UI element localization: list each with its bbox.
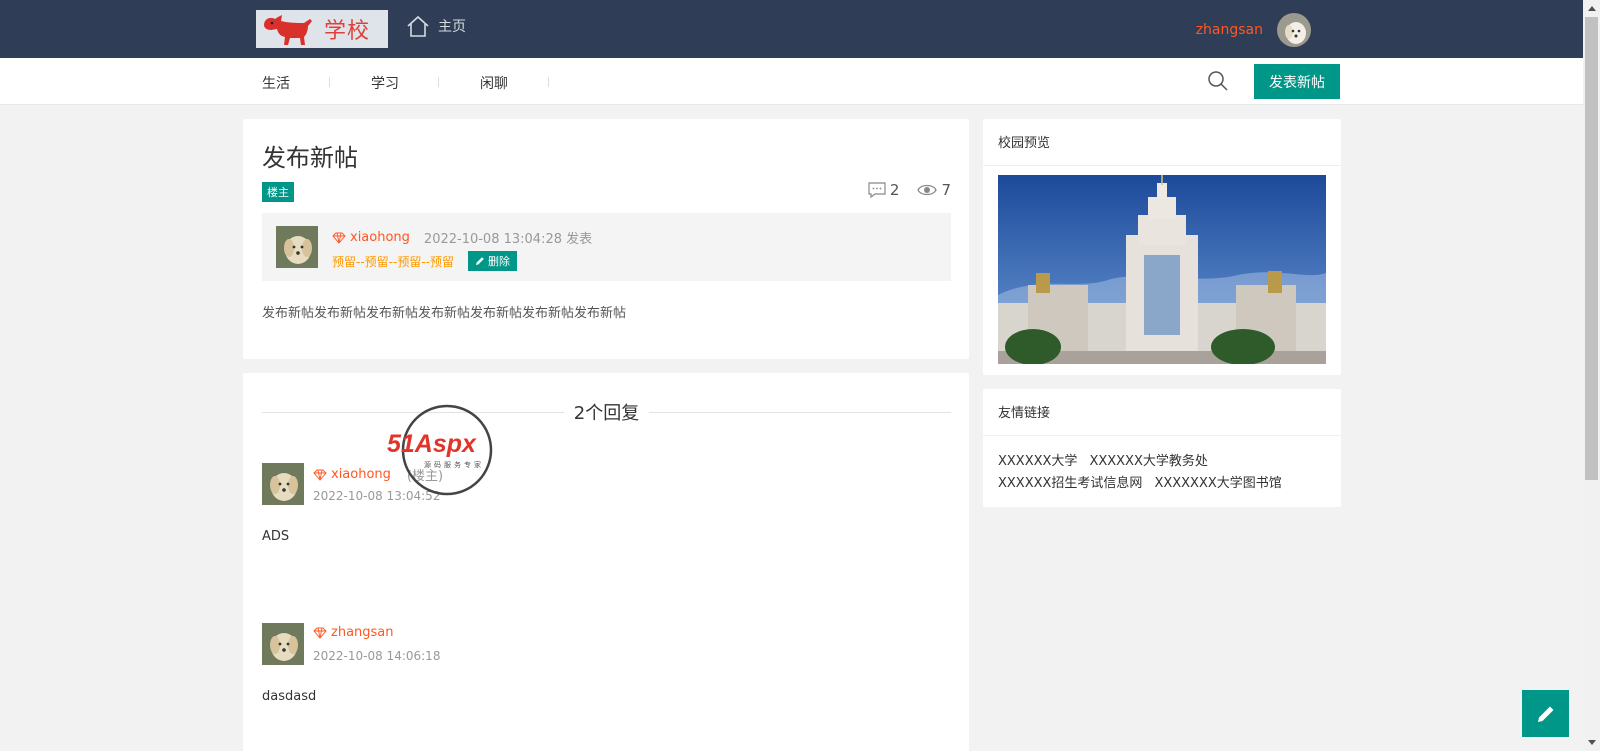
- nav-item-life[interactable]: 生活: [262, 73, 290, 93]
- delete-button[interactable]: 删除: [467, 251, 517, 271]
- view-count: 7: [941, 181, 951, 199]
- reserve-text: 预留--预留--预留--预留: [332, 254, 454, 269]
- nav-separator: [329, 77, 330, 87]
- friendly-links-title: 友情链接: [998, 406, 1051, 421]
- view-stat: 7: [917, 181, 951, 199]
- owner-badge: 楼主: [262, 182, 294, 202]
- watermark-logo: 51Aspx 源码服务专家: [387, 404, 493, 496]
- user-menu[interactable]: zhangsan: [1196, 13, 1311, 47]
- reply-avatar[interactable]: [262, 463, 304, 505]
- campus-building-image[interactable]: [998, 175, 1326, 364]
- category-nav: 生活 学习 闲聊 发表新帖: [0, 58, 1583, 105]
- user-avatar[interactable]: [1277, 13, 1311, 47]
- replies-card: 2个回复 xiaohong (楼主) 2022-10-08 13:04:52 A…: [243, 373, 969, 751]
- divider: [983, 435, 1341, 436]
- home-label: 主页: [438, 19, 466, 35]
- replies-count: 2个回复: [573, 403, 640, 424]
- home-link[interactable]: 主页: [406, 15, 466, 37]
- top-header: 学校 主页 zhangsan: [0, 0, 1583, 58]
- friendly-links-card: 友情链接 XXXXXX大学 XXXXXX大学教务处 XXXXXX招生考试信息网 XX…: [983, 389, 1341, 507]
- floating-edit-button[interactable]: [1522, 690, 1569, 737]
- pencil-icon: [475, 257, 484, 265]
- link-academic-office[interactable]: XXXXXX大学教务处: [1089, 454, 1207, 469]
- diamond-icon: [313, 627, 327, 639]
- watermark-brand: 51Aspx: [387, 430, 477, 458]
- comment-icon: [868, 182, 886, 198]
- logo-text: 学校: [324, 19, 371, 44]
- page-scrollbar[interactable]: [1583, 0, 1600, 751]
- pencil-icon: [1537, 706, 1553, 722]
- comment-count: 2: [889, 181, 900, 199]
- reply-author[interactable]: zhangsan: [331, 625, 394, 640]
- campus-preview-title: 校园预览: [998, 136, 1051, 151]
- author-avatar[interactable]: [276, 226, 318, 268]
- link-university[interactable]: XXXXXX大学: [998, 454, 1077, 469]
- link-library[interactable]: XXXXXXX大学图书馆: [1154, 476, 1281, 491]
- scroll-up-arrow-icon[interactable]: [1583, 0, 1600, 17]
- post-time: 2022-10-08 13:04:28 发表: [423, 232, 593, 247]
- site-logo[interactable]: 学校: [256, 10, 388, 48]
- eye-icon: [917, 184, 938, 196]
- reply-author-line: zhangsan: [313, 625, 394, 640]
- friendly-links-list: XXXXXX大学 XXXXXX大学教务处 XXXXXX招生考试信息网 XXXXXXX…: [998, 451, 1328, 495]
- nav-item-study[interactable]: 学习: [371, 73, 399, 93]
- scroll-down-arrow-icon[interactable]: [1583, 734, 1600, 751]
- reply-content: ADS: [262, 529, 290, 544]
- new-post-button[interactable]: 发表新帖: [1254, 64, 1340, 99]
- reserve-line: 预留--预留--预留--预留 删除: [332, 251, 517, 271]
- dog-logo-icon: [264, 15, 312, 45]
- author-info: xiaohong 2022-10-08 13:04:28 发表 预留--预留--…: [262, 213, 951, 281]
- reply-author[interactable]: xiaohong: [331, 467, 391, 482]
- reply-content: dasdasd: [262, 689, 317, 704]
- nav-separator: [438, 77, 439, 87]
- nav-separator: [548, 77, 549, 87]
- post-card: 发布新帖 楼主 2 7 xiaohong 2022-10-08 13:04:28…: [243, 119, 969, 359]
- campus-preview-card: 校园预览: [983, 119, 1341, 375]
- comment-stat: 2: [868, 181, 900, 199]
- link-admissions[interactable]: XXXXXX招生考试信息网: [998, 476, 1142, 491]
- scrollbar-thumb[interactable]: [1585, 17, 1598, 480]
- user-name[interactable]: zhangsan: [1196, 22, 1263, 38]
- post-stats: 2 7: [850, 181, 951, 199]
- home-icon: [407, 15, 429, 37]
- watermark-slogan: 源码服务专家: [424, 460, 484, 469]
- reply-time: 2022-10-08 14:06:18: [313, 649, 441, 663]
- diamond-icon: [313, 469, 327, 481]
- post-title: 发布新帖: [262, 144, 358, 172]
- diamond-icon: [332, 232, 346, 244]
- delete-label: 删除: [487, 255, 510, 268]
- post-body: 发布新帖发布新帖发布新帖发布新帖发布新帖发布新帖发布新帖: [262, 306, 627, 321]
- nav-item-chat[interactable]: 闲聊: [480, 73, 508, 93]
- divider: [649, 411, 952, 413]
- replies-heading: 2个回复: [262, 402, 952, 424]
- search-icon[interactable]: [1206, 69, 1230, 93]
- author-line: xiaohong 2022-10-08 13:04:28 发表: [332, 228, 592, 247]
- divider: [983, 165, 1341, 166]
- author-name[interactable]: xiaohong: [350, 230, 410, 245]
- reply-avatar[interactable]: [262, 623, 304, 665]
